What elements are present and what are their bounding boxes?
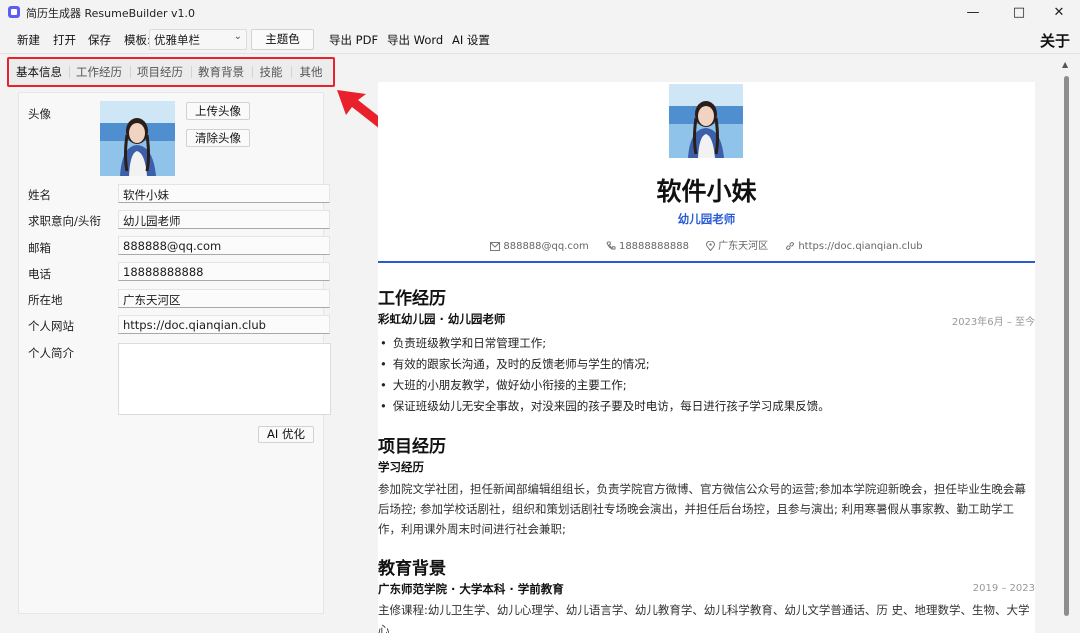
education-school: 广东师范学院 · 大学本科 · 学前教育 [378, 582, 564, 596]
work-duty-item: 大班的小朋友教学，做好幼小衔接的主要工作; [380, 377, 627, 393]
work-section-title: 工作经历 [378, 289, 446, 309]
scrollbar-thumb[interactable] [1064, 76, 1069, 616]
project-description: 参加院文学社团，担任新闻部编辑组组长，负责学院官方微博、官方微信公众号的运营;参… [378, 482, 1026, 536]
resume-contacts: 888888@qq.com 18888888888 广东天河区 https://… [378, 237, 1035, 252]
job-title-label: 求职意向/头衔 [28, 214, 101, 228]
avatar-label: 头像 [28, 107, 51, 121]
work-duty-item: 保证班级幼儿无安全事故，对没来园的孩子要及时电访，每日进行孩子学习成果反馈。 [380, 398, 830, 414]
phone-icon [606, 241, 616, 250]
work-duty-item: 负责班级教学和日常管理工作; [380, 335, 546, 351]
name-label: 姓名 [28, 188, 51, 202]
scroll-up-icon[interactable]: ▲ [1062, 60, 1068, 69]
mail-icon [490, 242, 501, 251]
project-name: 学习经历 [378, 460, 424, 474]
phone-input[interactable]: 18888888888 [118, 262, 330, 281]
email-value: 888888@qq.com [123, 239, 222, 253]
education-courses: 主修课程:幼儿卫生学、幼儿心理学、幼儿语言学、幼儿教育学、幼儿科学教育、幼儿文学… [378, 603, 1030, 633]
resume-phone: 18888888888 [618, 241, 689, 252]
website-label: 个人网站 [28, 319, 74, 333]
education-date: 2019 – 2023 [972, 583, 1035, 594]
resume-name: 软件小妹 [656, 177, 757, 206]
work-date: 2023年6月 – 至今 [951, 317, 1035, 328]
resume-website: https://doc.qianqian.club [798, 241, 923, 252]
preview-scrollbar[interactable]: ▲ [1060, 58, 1072, 633]
job-title-value: 幼儿园老师 [123, 214, 181, 228]
avatar-image [100, 101, 175, 176]
resume-location: 广东天河区 [718, 241, 769, 252]
resume-photo [669, 84, 743, 158]
phone-label: 电话 [28, 267, 51, 281]
upload-avatar-button[interactable]: 上传头像 [186, 102, 250, 120]
website-input[interactable]: https://doc.qianqian.club [118, 315, 330, 334]
location-value: 广东天河区 [123, 293, 181, 307]
job-title-input[interactable]: 幼儿园老师 [118, 210, 330, 229]
name-value: 软件小妹 [123, 188, 169, 202]
bio-label: 个人简介 [28, 346, 74, 360]
bio-textarea[interactable] [118, 343, 331, 415]
link-icon [786, 242, 795, 250]
resume-email: 888888@qq.com [503, 241, 589, 252]
education-section-title: 教育背景 [378, 559, 446, 579]
email-input[interactable]: 888888@qq.com [118, 236, 330, 255]
work-company: 彩虹幼儿园 · 幼儿园老师 [378, 312, 506, 326]
project-section-title: 项目经历 [378, 437, 446, 457]
resume-preview: 软件小妹 幼儿园老师 888888@qq.com 18888888888 广东天… [378, 82, 1035, 633]
clear-avatar-button[interactable]: 清除头像 [186, 129, 250, 147]
ai-optimize-button[interactable]: AI 优化 [258, 426, 314, 443]
header-divider [378, 261, 1035, 263]
website-value: https://doc.qianqian.club [123, 318, 266, 332]
phone-value: 18888888888 [123, 265, 204, 279]
location-input[interactable]: 广东天河区 [118, 289, 330, 308]
location-pin-icon [706, 240, 716, 252]
location-label: 所在地 [28, 293, 63, 307]
name-input[interactable]: 软件小妹 [118, 184, 330, 203]
work-duty-item: 有效的跟家长沟通，及时的反馈老师与学生的情况; [380, 356, 650, 372]
email-label: 邮箱 [28, 241, 51, 255]
resume-job-title: 幼儿园老师 [677, 212, 736, 226]
basic-info-form: 头像 上传头像 清除头像 姓名 软件小妹 求职意向/头衔 幼儿园老师 邮箱 88… [18, 92, 331, 614]
